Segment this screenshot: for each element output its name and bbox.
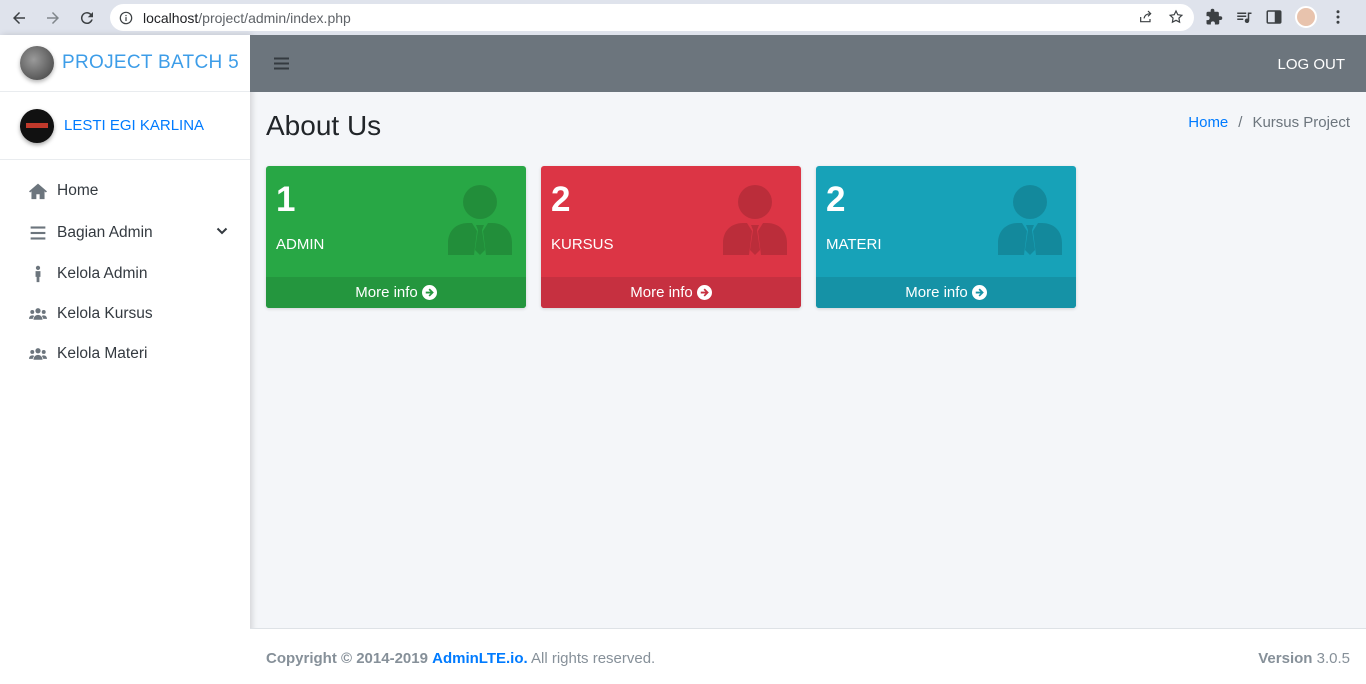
profile-avatar[interactable]: [1295, 6, 1317, 28]
sidebar: PROJECT BATCH 5 LESTI EGI KARLINA Home B…: [0, 35, 250, 684]
user-tie-icon: [448, 185, 512, 255]
kebab-menu-icon[interactable]: [1329, 8, 1347, 26]
hamburger-icon[interactable]: [274, 56, 289, 71]
breadcrumb-separator: /: [1238, 114, 1243, 131]
arrow-left-icon: [13, 11, 25, 24]
users-icon: [27, 345, 49, 363]
page-title: About Us: [266, 110, 382, 141]
sidebar-item-kelola-admin[interactable]: Kelola Admin: [0, 254, 250, 294]
sidebar-item-label: Kelola Admin: [57, 265, 148, 282]
reload-button[interactable]: [72, 3, 102, 33]
users-icon: [27, 305, 49, 323]
small-box-admin: 1 ADMIN More info: [266, 166, 526, 308]
arrow-right-icon: [47, 11, 59, 24]
top-navbar: LOG OUT: [250, 35, 1366, 92]
forward-button[interactable]: [38, 3, 68, 33]
arrow-circle-right-icon: [421, 285, 437, 300]
user-icon: [27, 265, 49, 283]
url-text: localhost/project/admin/index.php: [143, 9, 351, 26]
more-info-link[interactable]: More info: [266, 277, 526, 308]
main-footer: Copyright © 2014-2019 AdminLTE.io. All r…: [250, 628, 1366, 684]
sidebar-item-label: Bagian Admin: [57, 223, 153, 241]
brand-link[interactable]: PROJECT BATCH 5: [0, 35, 250, 92]
browser-toolbar: localhost/project/admin/index.php: [0, 0, 1366, 35]
small-box-kursus: 2 KURSUS More info: [541, 166, 801, 308]
bars-icon: [27, 224, 49, 242]
version-label: Version: [1258, 650, 1313, 667]
breadcrumb-home[interactable]: Home: [1188, 114, 1228, 131]
footer-version: Version 3.0.5: [1258, 650, 1350, 667]
share-icon[interactable]: [1138, 9, 1154, 25]
footer-copyright: Copyright © 2014-2019 AdminLTE.io. All r…: [266, 650, 655, 667]
rights-text: All rights reserved.: [531, 650, 656, 667]
logout-link[interactable]: LOG OUT: [1277, 56, 1345, 73]
sidebar-item-kelola-materi[interactable]: Kelola Materi: [0, 334, 250, 374]
sidebar-item-label: Kelola Materi: [57, 345, 148, 362]
user-name-link[interactable]: LESTI EGI KARLINA: [64, 117, 204, 134]
home-icon: [27, 182, 49, 200]
back-button[interactable]: [4, 3, 34, 33]
sidebar-item-label: Kelola Kursus: [57, 305, 153, 322]
sidebar-item-label: Home: [57, 182, 99, 199]
arrow-circle-right-icon: [971, 285, 987, 300]
brand-logo: [20, 46, 54, 80]
user-tie-icon: [723, 185, 787, 255]
breadcrumb-current: Kursus Project: [1252, 114, 1350, 131]
more-info-label: More info: [905, 284, 968, 301]
user-avatar: [20, 108, 54, 143]
reload-icon: [80, 11, 93, 24]
more-info-label: More info: [630, 284, 693, 301]
address-bar[interactable]: localhost/project/admin/index.php: [110, 4, 1194, 31]
brand-text: PROJECT BATCH 5: [62, 52, 239, 73]
small-box-materi: 2 MATERI More info: [816, 166, 1076, 308]
breadcrumb: Home / Kursus Project: [1188, 114, 1350, 131]
user-tie-icon: [998, 185, 1062, 255]
sidebar-item-home[interactable]: Home: [0, 171, 250, 211]
adminlte-link[interactable]: AdminLTE.io.: [432, 650, 528, 667]
arrow-circle-right-icon: [696, 285, 712, 300]
sidebar-item-kelola-kursus[interactable]: Kelola Kursus: [0, 294, 250, 334]
side-panel-icon[interactable]: [1265, 8, 1283, 26]
extensions-icon[interactable]: [1205, 8, 1223, 26]
sidebar-item-bagian-admin[interactable]: Bagian Admin: [0, 211, 250, 254]
star-icon[interactable]: [1168, 9, 1184, 25]
chevron-down-icon[interactable]: [216, 225, 228, 237]
sidebar-menu: Home Bagian Admin Kelola Admin Kelola Ku…: [0, 160, 250, 374]
version-number: 3.0.5: [1316, 650, 1350, 667]
more-info-link[interactable]: More info: [816, 277, 1076, 308]
user-panel: LESTI EGI KARLINA: [0, 92, 250, 160]
more-info-link[interactable]: More info: [541, 277, 801, 308]
copyright-text: Copyright © 2014-2019: [266, 650, 428, 667]
info-icon[interactable]: [119, 11, 133, 25]
media-queue-icon[interactable]: [1235, 8, 1253, 26]
more-info-label: More info: [355, 284, 418, 301]
